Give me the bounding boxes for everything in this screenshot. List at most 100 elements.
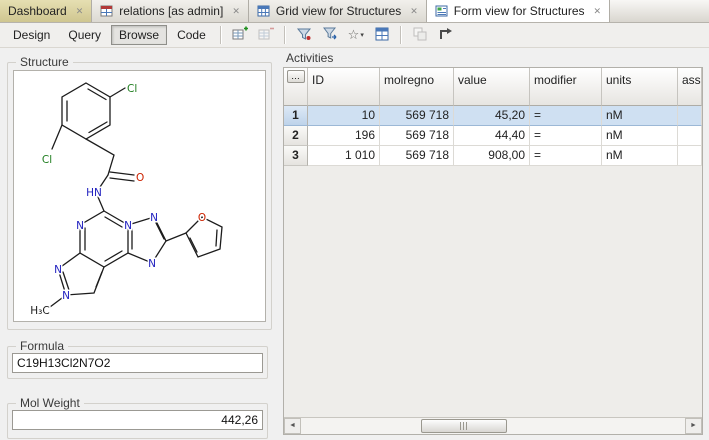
tab-label: relations [as admin] bbox=[119, 4, 223, 18]
atom-label-methyl: H₃C bbox=[30, 305, 49, 317]
cell-molregno[interactable]: 569 718 bbox=[380, 146, 454, 166]
cell-value[interactable]: 44,40 bbox=[454, 126, 530, 146]
tab-grid-view[interactable]: Grid view for Structures ✕ bbox=[249, 0, 427, 22]
scrollbar-grip bbox=[460, 422, 469, 430]
resize-widget-button[interactable] bbox=[434, 24, 458, 46]
form-grid-button[interactable] bbox=[370, 24, 394, 46]
close-icon[interactable]: ✕ bbox=[232, 6, 240, 16]
browse-button[interactable]: Browse bbox=[111, 25, 167, 45]
query-button[interactable]: Query bbox=[60, 25, 109, 45]
formula-group-title: Formula bbox=[16, 339, 68, 353]
cell-units[interactable]: nM bbox=[602, 106, 678, 126]
scroll-right-icon[interactable]: ► bbox=[685, 418, 702, 434]
atom-label-cl: Cl bbox=[127, 83, 137, 95]
tab-bar-filler bbox=[610, 0, 709, 22]
cell-modifier[interactable]: = bbox=[530, 126, 602, 146]
cell-molregno[interactable]: 569 718 bbox=[380, 106, 454, 126]
app-window: Dashboard ✕ relations [as admin] ✕ Grid … bbox=[0, 0, 709, 440]
horizontal-scrollbar[interactable]: ◄ ► bbox=[284, 417, 702, 434]
table-header-row: … ID molregno value modifier units assa bbox=[284, 68, 702, 106]
cell-id[interactable]: 196 bbox=[308, 126, 380, 146]
filter-edit-button[interactable] bbox=[318, 24, 342, 46]
cell-id[interactable]: 10 bbox=[308, 106, 380, 126]
delete-row-button[interactable] bbox=[254, 24, 278, 46]
cell-modifier[interactable]: = bbox=[530, 146, 602, 166]
scrollbar-thumb[interactable] bbox=[421, 419, 507, 433]
tab-dashboard[interactable]: Dashboard ✕ bbox=[0, 0, 92, 22]
saved-queries-button[interactable]: ☆ ▾ bbox=[344, 24, 368, 46]
relations-icon bbox=[100, 4, 114, 18]
table-corner-cell: … bbox=[284, 68, 308, 106]
cell-units[interactable]: nM bbox=[602, 126, 678, 146]
scroll-left-icon[interactable]: ◄ bbox=[284, 418, 301, 434]
atom-label-n: N bbox=[76, 220, 84, 232]
main-toolbar: Design Query Browse Code ☆ ▾ bbox=[0, 23, 709, 48]
cell-assay[interactable] bbox=[678, 106, 702, 126]
structure-canvas[interactable]: Cl Cl O HN N N N N N N O H₃C bbox=[13, 70, 266, 322]
dropdown-arrow-icon: ▾ bbox=[360, 31, 364, 39]
cell-id[interactable]: 1 010 bbox=[308, 146, 380, 166]
cell-assay[interactable] bbox=[678, 146, 702, 166]
atom-label-n: N bbox=[150, 212, 158, 224]
column-header-value[interactable]: value bbox=[454, 68, 530, 106]
grid-view-icon bbox=[257, 4, 271, 18]
cell-units[interactable]: nM bbox=[602, 146, 678, 166]
column-header-assay[interactable]: assa bbox=[678, 68, 702, 106]
atom-label-n: N bbox=[54, 264, 62, 276]
tab-label: Grid view for Structures bbox=[276, 4, 401, 18]
column-header-molregno[interactable]: molregno bbox=[380, 68, 454, 106]
cell-modifier[interactable]: = bbox=[530, 106, 602, 126]
tab-form-view[interactable]: Form view for Structures ✕ bbox=[427, 0, 610, 22]
code-button[interactable]: Code bbox=[169, 25, 214, 45]
cell-value[interactable]: 45,20 bbox=[454, 106, 530, 126]
design-button[interactable]: Design bbox=[5, 25, 58, 45]
row-number[interactable]: 1 bbox=[284, 106, 308, 126]
tab-relations[interactable]: relations [as admin] ✕ bbox=[92, 0, 249, 22]
structure-group-title: Structure bbox=[16, 55, 73, 69]
activities-table: … ID molregno value modifier units assa … bbox=[283, 67, 703, 435]
table-row[interactable]: 2 196 569 718 44,40 = nM bbox=[284, 126, 702, 146]
filter-button[interactable] bbox=[292, 24, 316, 46]
copy-icon bbox=[412, 26, 428, 45]
window-grid-icon bbox=[374, 26, 390, 45]
table-options-button[interactable]: … bbox=[287, 70, 305, 83]
table-row[interactable]: 1 10 569 718 45,20 = nM bbox=[284, 106, 702, 126]
atom-label-n: N bbox=[148, 258, 156, 270]
toolbar-separator bbox=[284, 26, 286, 44]
activities-group-title: Activities bbox=[286, 51, 333, 65]
form-view-icon bbox=[435, 4, 449, 18]
row-number[interactable]: 3 bbox=[284, 146, 308, 166]
close-icon[interactable]: ✕ bbox=[594, 6, 602, 16]
cell-molregno[interactable]: 569 718 bbox=[380, 126, 454, 146]
molecule-drawing: Cl Cl O HN N N N N N N O H₃C bbox=[14, 71, 265, 321]
tab-label: Dashboard bbox=[8, 4, 67, 18]
formula-field[interactable] bbox=[12, 353, 263, 373]
mol-weight-field[interactable] bbox=[12, 410, 263, 430]
close-icon[interactable]: ✕ bbox=[76, 6, 84, 16]
formula-group: Formula bbox=[7, 346, 268, 379]
column-header-modifier[interactable]: modifier bbox=[530, 68, 602, 106]
filter-icon bbox=[296, 26, 312, 45]
column-header-id[interactable]: ID bbox=[308, 68, 380, 106]
toolbar-separator bbox=[400, 26, 402, 44]
row-number[interactable]: 2 bbox=[284, 126, 308, 146]
filter-arrow-icon bbox=[322, 26, 338, 45]
corner-arrow-icon bbox=[438, 26, 454, 45]
atom-label-o: O bbox=[136, 172, 144, 184]
mol-weight-group: Mol Weight bbox=[7, 403, 268, 439]
add-row-button[interactable] bbox=[228, 24, 252, 46]
tab-label: Form view for Structures bbox=[454, 4, 585, 18]
toolbar-separator bbox=[220, 26, 222, 44]
cell-value[interactable]: 908,00 bbox=[454, 146, 530, 166]
table-add-icon bbox=[232, 26, 248, 45]
structure-group: Structure bbox=[7, 62, 272, 330]
close-icon[interactable]: ✕ bbox=[410, 6, 418, 16]
atom-label-n: N bbox=[124, 220, 132, 232]
column-header-units[interactable]: units bbox=[602, 68, 678, 106]
cell-assay[interactable] bbox=[678, 126, 702, 146]
table-row[interactable]: 3 1 010 569 718 908,00 = nM bbox=[284, 146, 702, 166]
atom-label-n: N bbox=[62, 290, 70, 302]
star-icon: ☆ bbox=[348, 29, 360, 41]
copy-widget-button[interactable] bbox=[408, 24, 432, 46]
mol-weight-group-title: Mol Weight bbox=[16, 396, 84, 410]
